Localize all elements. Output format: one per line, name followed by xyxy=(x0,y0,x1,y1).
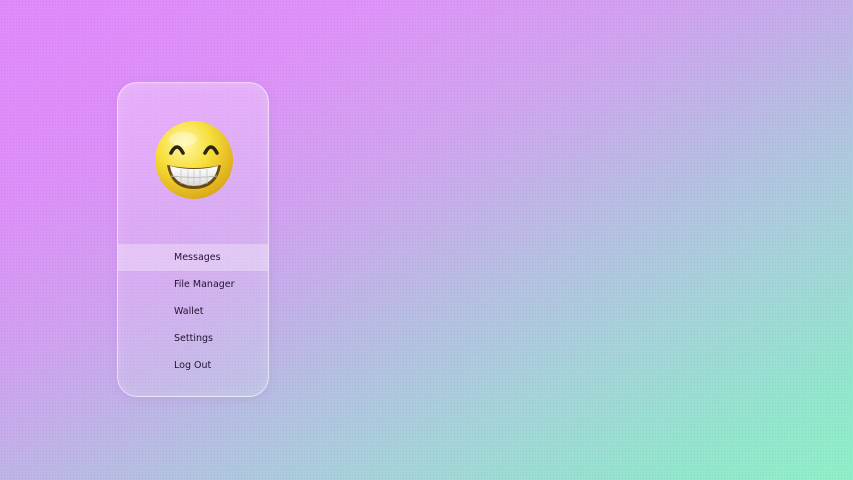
grinning-face-icon xyxy=(153,119,235,201)
menu-item-log-out[interactable]: Log Out xyxy=(118,352,268,379)
menu-item-wallet[interactable]: Wallet xyxy=(118,298,268,325)
navigation-menu: Messages File Manager Wallet Settings Lo… xyxy=(118,244,268,379)
menu-item-settings[interactable]: Settings xyxy=(118,325,268,352)
menu-item-file-manager[interactable]: File Manager xyxy=(118,271,268,298)
profile-menu-card: Messages File Manager Wallet Settings Lo… xyxy=(117,82,269,397)
menu-item-messages[interactable]: Messages xyxy=(118,244,268,271)
